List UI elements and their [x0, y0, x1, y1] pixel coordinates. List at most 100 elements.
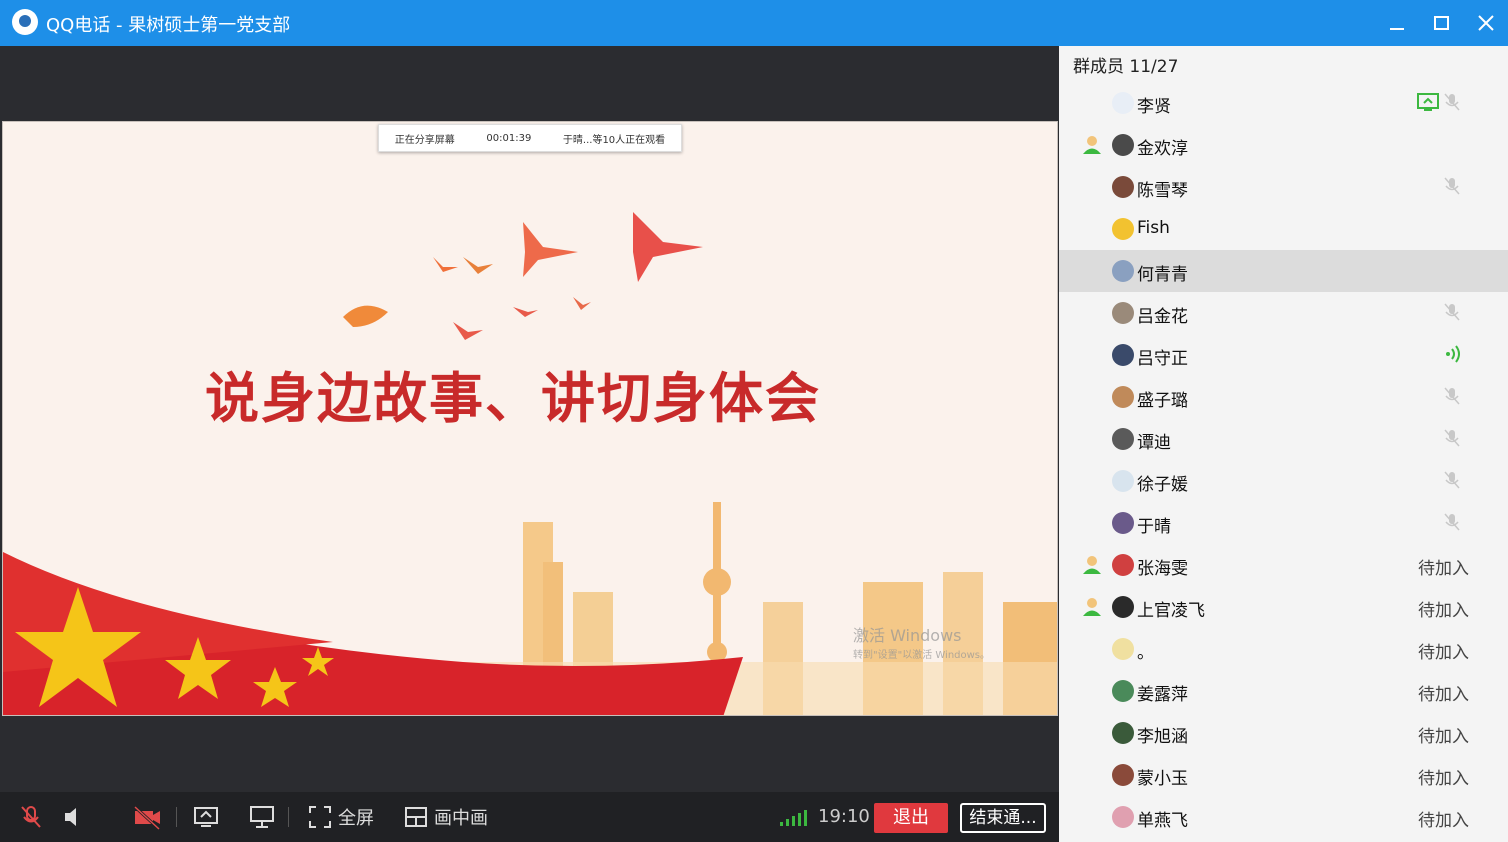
pending-status: 待加入 [1418, 727, 1469, 747]
member-row[interactable]: 。 待加入 [1059, 628, 1508, 670]
member-name: 徐子媛 [1137, 475, 1188, 495]
mic-muted-icon [1444, 471, 1460, 489]
call-duration: 19:10 [818, 806, 870, 827]
member-row[interactable]: 徐子媛 [1059, 460, 1508, 502]
member-row[interactable]: 于晴 [1059, 502, 1508, 544]
member-name: 李旭涵 [1137, 727, 1188, 747]
mic-muted-icon [1444, 177, 1460, 195]
watermark-line2: 转到"设置"以激活 Windows。 [853, 650, 991, 661]
share-status-bar: 正在分享屏幕 00:01:39 于晴...等10人正在观看 [378, 124, 682, 152]
member-row[interactable]: 上官凌飞 待加入 [1059, 586, 1508, 628]
admin-user-icon [1083, 598, 1101, 616]
member-row[interactable]: 吕守正 [1059, 334, 1508, 376]
avatar [1112, 428, 1134, 450]
shared-screen-area[interactable]: 正在分享屏幕 00:01:39 于晴...等10人正在观看 说身边故事、讲切身体… [0, 46, 1059, 792]
admin-user-icon [1083, 556, 1101, 574]
mic-muted-icon [1444, 93, 1460, 111]
member-row[interactable]: 盛子璐 [1059, 376, 1508, 418]
avatar [1112, 260, 1134, 282]
camera-toggle-button[interactable] [132, 804, 162, 830]
member-row[interactable]: 李贤 [1059, 82, 1508, 124]
fullscreen-button[interactable]: 全屏 [308, 804, 374, 830]
mic-muted-icon [1444, 429, 1460, 447]
shared-slide: 正在分享屏幕 00:01:39 于晴...等10人正在观看 说身边故事、讲切身体… [2, 121, 1058, 716]
member-row[interactable]: Fish [1059, 208, 1508, 250]
member-row[interactable]: 金欢淳 [1059, 124, 1508, 166]
exit-button[interactable]: 退出 [874, 803, 948, 833]
member-name: 。 [1137, 643, 1154, 663]
avatar [1112, 638, 1134, 660]
avatar [1112, 470, 1134, 492]
screen-share-icon [194, 807, 218, 827]
pending-status: 待加入 [1418, 559, 1469, 579]
pip-label: 画中画 [434, 808, 488, 829]
avatar [1112, 596, 1134, 618]
pending-status: 待加入 [1418, 685, 1469, 705]
member-list-panel: 群成员 11/27 李贤 金欢淳 陈雪琴 Fish 何青青 吕金花 吕守正 盛子璐 谭迪 徐子媛于… [1059, 46, 1508, 842]
member-name: 金欢淳 [1137, 139, 1188, 159]
pending-status: 待加入 [1418, 811, 1469, 831]
maximize-icon [1434, 16, 1449, 30]
member-name: 吕金花 [1137, 307, 1188, 327]
avatar [1112, 302, 1134, 324]
member-name: 单燕飞 [1137, 811, 1188, 831]
avatar [1112, 806, 1134, 828]
member-row[interactable]: 吕金花 [1059, 292, 1508, 334]
share-screen-button[interactable] [192, 804, 220, 830]
speaker-icon [65, 808, 76, 826]
member-row[interactable]: 李旭涵 待加入 [1059, 712, 1508, 754]
member-row[interactable]: 蒙小玉 待加入 [1059, 754, 1508, 796]
maximize-button[interactable] [1427, 8, 1457, 38]
picture-in-picture-button[interactable]: 画中画 [404, 804, 488, 830]
member-name: 何青青 [1137, 265, 1188, 285]
divider [288, 807, 289, 827]
avatar [1112, 176, 1134, 198]
member-name: 蒙小玉 [1137, 769, 1188, 789]
member-row[interactable]: 姜露萍 待加入 [1059, 670, 1508, 712]
end-call-button[interactable]: 结束通... [960, 803, 1046, 833]
fullscreen-label: 全屏 [338, 808, 374, 829]
camera-off-icon [133, 805, 161, 830]
member-name: 姜露萍 [1137, 685, 1188, 705]
avatar [1112, 764, 1134, 786]
minimize-icon [1390, 28, 1404, 30]
mic-muted-icon [1444, 513, 1460, 531]
avatar [1112, 218, 1134, 240]
red-flag-stars-illustration [3, 552, 743, 715]
window-title: QQ电话 - 果树硕士第一党支部 [46, 15, 291, 36]
member-name: 吕守正 [1137, 349, 1188, 369]
fullscreen-icon [309, 806, 331, 828]
share-label: 正在分享屏幕 [394, 134, 455, 146]
member-name: 李贤 [1137, 97, 1171, 117]
mic-toggle-button[interactable] [18, 804, 44, 830]
member-name: Fish [1137, 218, 1170, 238]
avatar [1112, 722, 1134, 744]
member-name: 上官凌飞 [1137, 601, 1205, 621]
avatar [1112, 512, 1134, 534]
share-viewers: 于晴...等10人正在观看 [562, 134, 666, 146]
pending-status: 待加入 [1418, 769, 1469, 789]
close-button[interactable] [1471, 8, 1501, 38]
speaker-button[interactable] [62, 804, 88, 830]
presentation-button[interactable] [248, 804, 276, 830]
member-name: 谭迪 [1137, 433, 1171, 453]
admin-user-icon [1083, 136, 1101, 154]
qq-logo-icon [12, 9, 38, 35]
member-row[interactable]: 单燕飞 待加入 [1059, 796, 1508, 838]
close-icon [1478, 15, 1494, 31]
avatar [1112, 344, 1134, 366]
share-timer: 00:01:39 [486, 132, 532, 144]
member-name: 盛子璐 [1137, 391, 1188, 411]
member-row[interactable]: 何青青 [1059, 250, 1508, 292]
minimize-button[interactable] [1382, 8, 1412, 38]
member-row[interactable]: 谭迪 [1059, 418, 1508, 460]
avatar [1112, 680, 1134, 702]
member-row[interactable]: 陈雪琴 [1059, 166, 1508, 208]
mic-muted-icon [21, 806, 41, 828]
screen-sharing-icon [1417, 93, 1439, 111]
speaking-icon [1446, 345, 1460, 363]
title-bar: QQ电话 - 果树硕士第一党支部 [0, 0, 1508, 46]
member-row[interactable]: 张海雯 待加入 [1059, 544, 1508, 586]
avatar [1112, 92, 1134, 114]
member-name: 陈雪琴 [1137, 181, 1188, 201]
